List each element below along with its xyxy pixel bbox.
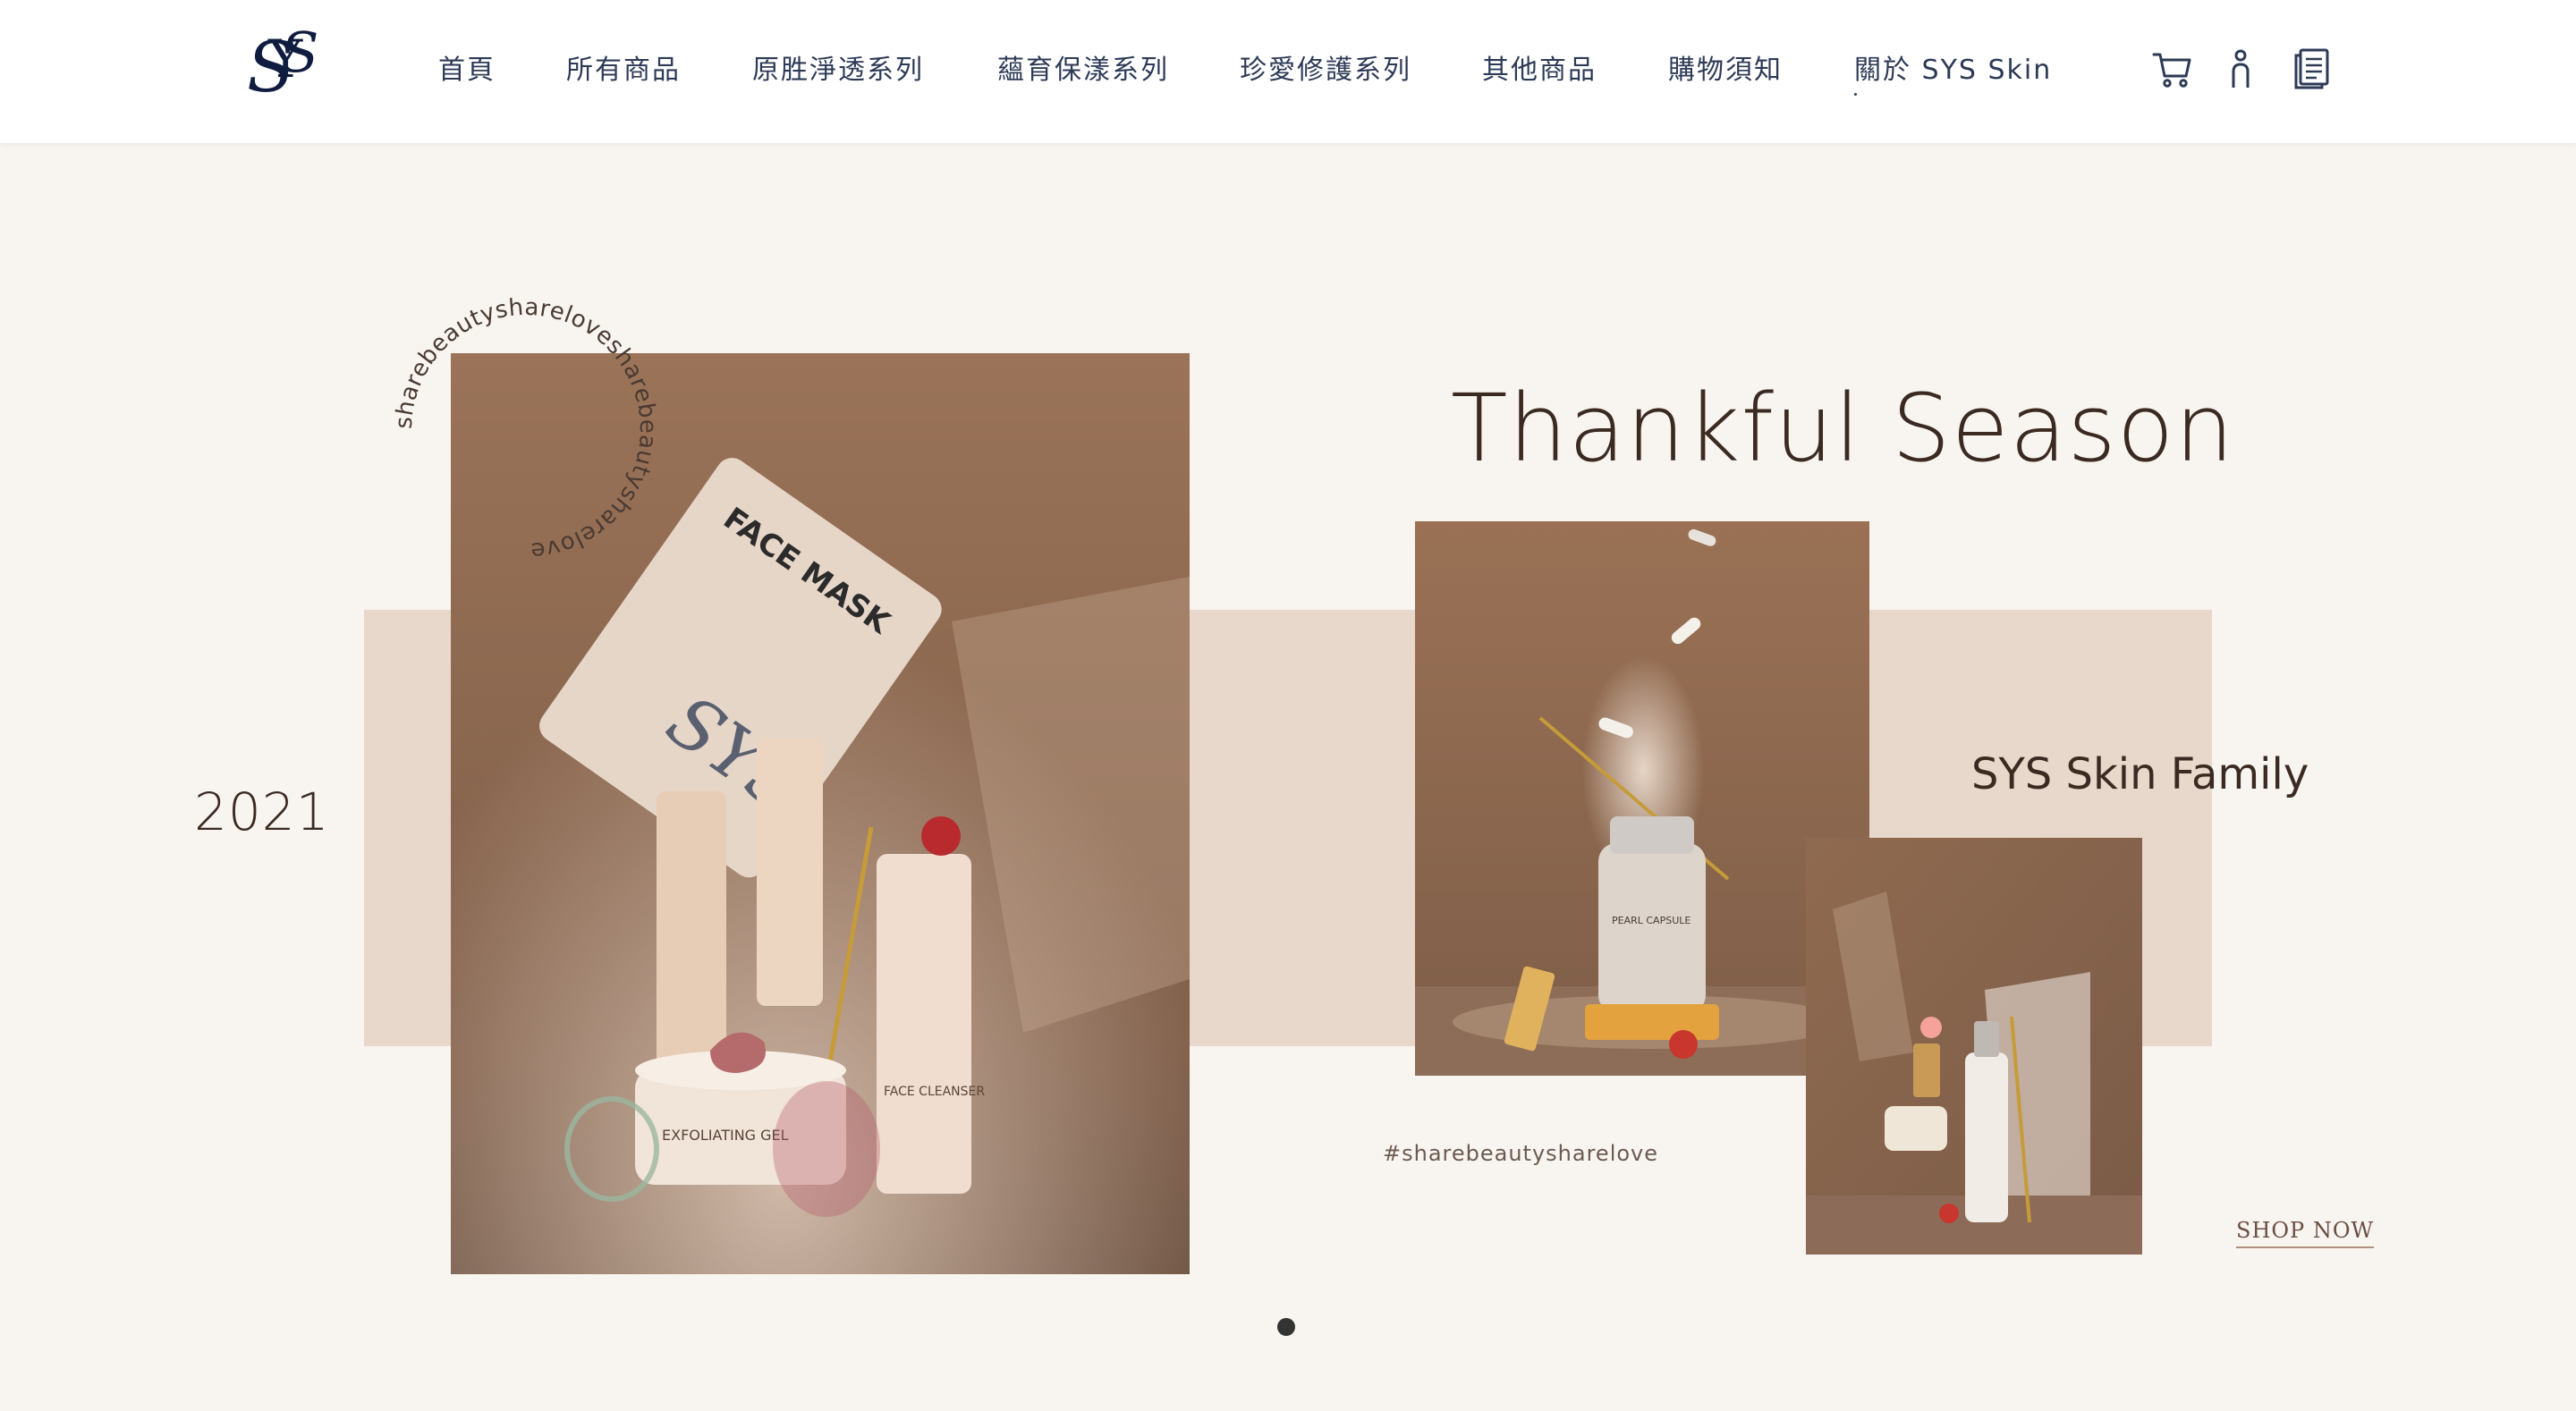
hero-year: 2021 — [194, 782, 330, 842]
nav-item-shopping-notice[interactable]: 購物須知 — [1668, 50, 1783, 91]
nav-item-home[interactable]: 首頁 — [438, 50, 496, 91]
hero-hashtag: #sharebeautysharelove — [1383, 1141, 1659, 1166]
nav-item-about[interactable]: 關於 SYS Skin — [1854, 50, 2052, 91]
serum-photo[interactable] — [1806, 838, 2142, 1255]
nav-item-all-products[interactable]: 所有商品 — [566, 50, 681, 91]
shop-now-link[interactable]: SHOP NOW — [2236, 1218, 2375, 1248]
nav-item-repair-series[interactable]: 珍愛修護系列 — [1240, 50, 1411, 91]
nav-active-indicator — [1854, 93, 1857, 96]
pearl-capsule-photo[interactable]: PEARL CAPSULE — [1415, 521, 1869, 1076]
user-icon[interactable] — [2218, 46, 2263, 91]
nav-item-other-products[interactable]: 其他商品 — [1482, 50, 1597, 91]
carousel-dot-active[interactable] — [1277, 1318, 1295, 1336]
orders-icon[interactable] — [2290, 46, 2334, 91]
site-header: S Y S 首頁 所有商品 原胜淨透系列 蘊育保漾系列 珍愛修護系列 其他商品 … — [0, 0, 2576, 143]
pearl-capsule-image: PEARL CAPSULE — [1415, 521, 1869, 1076]
cart-icon[interactable] — [2150, 46, 2195, 91]
circle-text-content: sharebeautysharelovesharebeautysharelove — [391, 294, 661, 564]
capsule-label: PEARL CAPSULE — [1612, 915, 1690, 926]
exfoliating-label: EXFOLIATING GEL — [662, 1127, 789, 1144]
cleanser-label: FACE CLEANSER — [884, 1085, 985, 1099]
svg-text:sharebeautysharelovesharebeaut: sharebeautysharelovesharebeautysharelove — [392, 295, 660, 563]
nav-item-nourish-series[interactable]: 蘊育保漾系列 — [997, 50, 1169, 91]
serum-image — [1806, 838, 2142, 1255]
hero-subheadline: SYS Skin Family — [1971, 749, 2309, 799]
nav-item-pure-series[interactable]: 原胜淨透系列 — [752, 50, 924, 91]
circle-text-stamp: sharebeautysharelovesharebeautysharelove — [391, 294, 661, 564]
carousel-dots — [1277, 1318, 1295, 1336]
hero-headline: Thankful Season — [1451, 374, 2235, 483]
